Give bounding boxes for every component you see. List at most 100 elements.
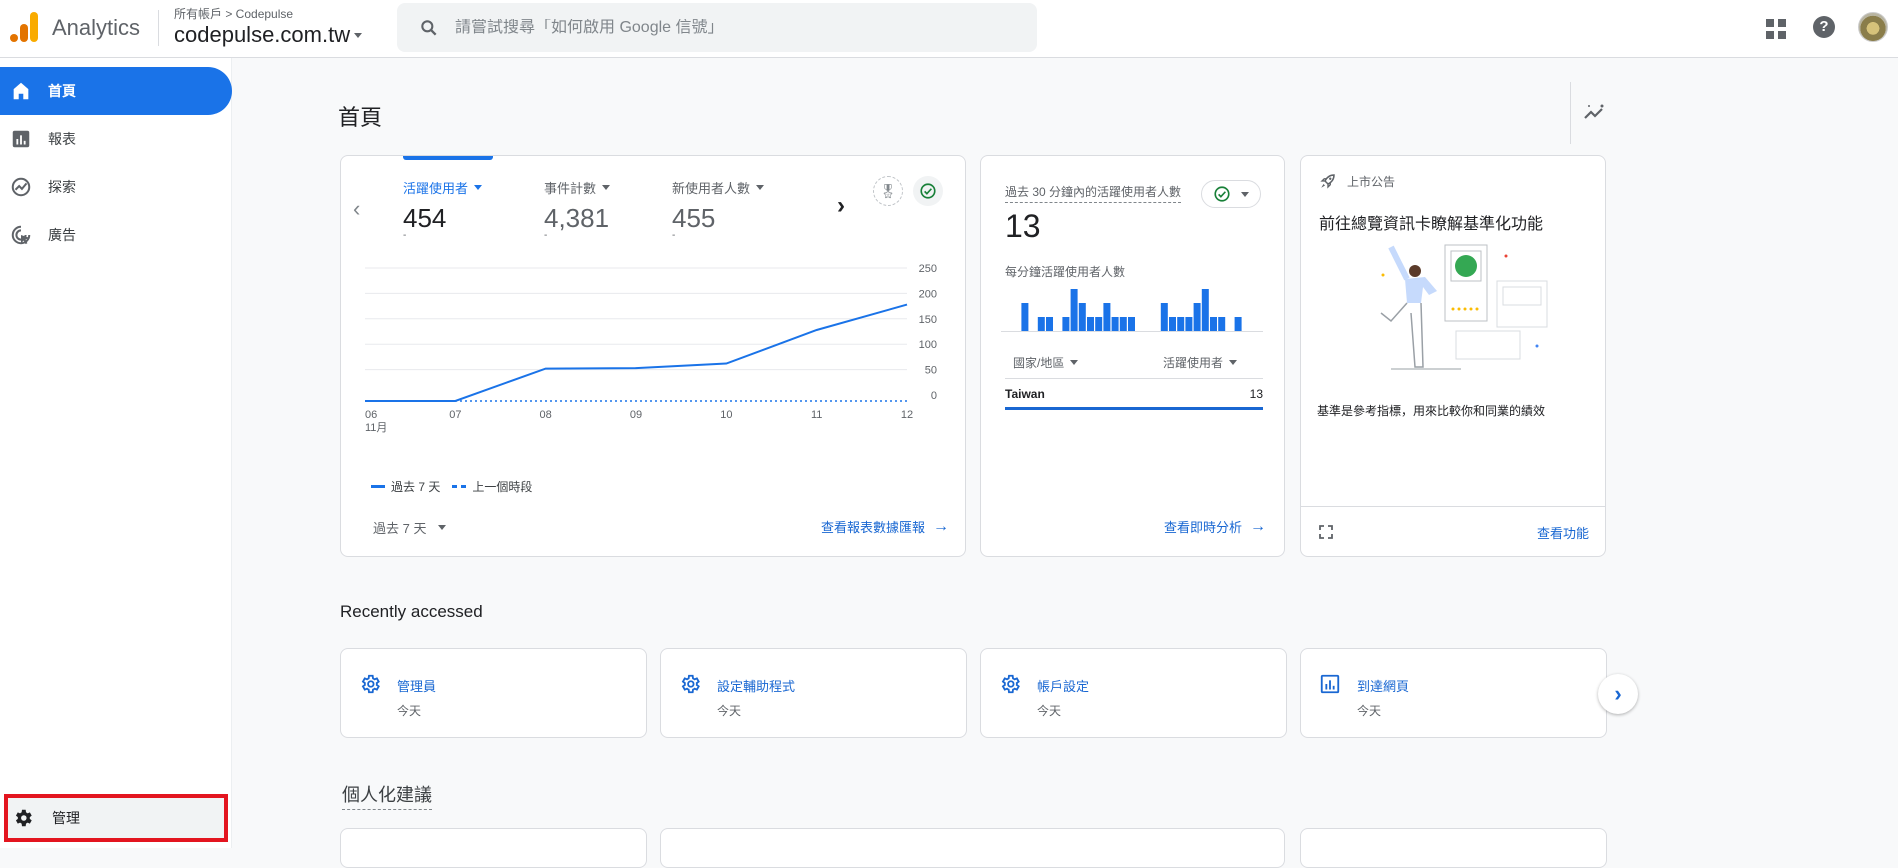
recent-item-name: 設定輔助程式 — [717, 679, 796, 694]
dimension-selector[interactable]: 國家/地區 — [1013, 354, 1079, 371]
x-tick-sublabel: 11月 — [365, 422, 387, 434]
metric-label: 活躍使用者 — [1163, 356, 1224, 370]
legend-label-current: 過去 7 天 — [391, 480, 441, 494]
y-tick-label: 200 — [919, 288, 937, 300]
y-tick-label: 150 — [919, 314, 937, 326]
app-name: Analytics — [52, 15, 141, 40]
realtime-card: 過去 30 分鐘內的活躍使用者人數 13 每分鐘活躍使用者人數 國家/地區 活躍… — [980, 155, 1285, 557]
per-minute-bar — [1201, 289, 1209, 331]
recent-item[interactable]: 設定輔助程式 今天 — [660, 648, 967, 738]
metric-tab-active-users[interactable]: 活躍使用者 454 - — [403, 178, 483, 241]
divider — [158, 10, 159, 46]
benchmark-illustration — [1380, 244, 1548, 370]
country-name: Taiwan — [1005, 387, 1045, 401]
sidebar-item-advertising[interactable]: 廣告 — [0, 211, 232, 259]
recent-item[interactable]: 帳戶設定 今天 — [980, 648, 1287, 738]
account-avatar[interactable] — [1858, 12, 1888, 42]
metric-label: 新使用者人數 — [672, 181, 751, 196]
breadcrumb[interactable]: 所有帳戶 > Codepulse — [174, 5, 293, 22]
per-minute-bar — [1119, 317, 1127, 331]
overview-card: ‹ 活躍使用者 454 - 事件計數 4,381 - 新使用者人數 455 - … — [340, 155, 966, 557]
y-tick-label: 100 — [919, 339, 937, 351]
link-label: 查看報表數據匯報 — [820, 520, 925, 535]
chart-legend: 過去 7 天 上一個時段 — [371, 478, 532, 495]
reports-icon — [12, 130, 30, 148]
sidebar-item-label: 管理 — [52, 810, 80, 826]
per-minute-bar — [1234, 317, 1242, 331]
realtime-status-chip[interactable] — [1201, 180, 1261, 208]
date-range-label: 過去 7 天 — [373, 521, 427, 536]
chevron-down-icon — [474, 185, 483, 190]
suggestion-card[interactable] — [660, 828, 1285, 868]
x-tick-label: 11 — [811, 409, 822, 421]
page-title: 首頁 — [338, 105, 383, 130]
metric-tab-event-count[interactable]: 事件計數 4,381 - — [544, 178, 611, 241]
realtime-label: 過去 30 分鐘內的活躍使用者人數 — [1005, 183, 1182, 203]
insights-icon[interactable] — [1582, 100, 1606, 124]
home-icon — [13, 82, 29, 100]
search-bar[interactable] — [397, 3, 1037, 52]
per-minute-bar — [1160, 303, 1168, 331]
sidebar-item-home[interactable]: 首頁 — [0, 67, 232, 115]
analytics-logo-icon[interactable] — [8, 12, 38, 42]
expand-icon[interactable] — [1319, 525, 1333, 539]
arrow-right-icon: → — [933, 517, 949, 535]
metric-tab-new-users[interactable]: 新使用者人數 455 - — [672, 178, 765, 241]
metric-selector[interactable]: 活躍使用者 — [1163, 354, 1238, 371]
suggestion-card[interactable] — [1300, 828, 1607, 868]
sidebar: 首頁 報表 探索 廣告 管理 — [0, 58, 232, 848]
recent-item[interactable]: 到達網頁 今天 — [1300, 648, 1607, 738]
divider — [1570, 82, 1571, 144]
per-minute-bar — [1087, 317, 1094, 331]
line-chart: 0 50 100 150 200 250 06 07 08 09 10 11 12 11月 — [365, 263, 937, 434]
per-minute-bar — [1021, 303, 1029, 331]
per-minute-bar — [1037, 317, 1045, 331]
property-selector[interactable]: codepulse.com.tw — [174, 22, 363, 48]
date-range-selector[interactable]: 過去 7 天 — [373, 518, 447, 537]
per-minute-bar — [1169, 317, 1176, 331]
chevron-down-icon — [1229, 360, 1238, 365]
help-icon[interactable]: ? — [1813, 16, 1835, 38]
view-feature-link[interactable]: 查看功能 — [1537, 523, 1589, 542]
arrow-right-icon: → — [1250, 517, 1266, 535]
x-tick-label: 06 — [365, 409, 377, 421]
x-tick-label: 07 — [449, 409, 461, 421]
country-share-bar — [1005, 407, 1263, 410]
apps-icon[interactable] — [1766, 19, 1786, 39]
per-minute-bar — [1210, 317, 1217, 331]
per-minute-bar — [1103, 303, 1111, 331]
sidebar-item-reports[interactable]: 報表 — [0, 115, 232, 163]
check-circle-icon — [1214, 186, 1230, 202]
view-reports-link[interactable]: 查看報表數據匯報 → — [821, 517, 949, 536]
chevron-down-icon — [1070, 360, 1079, 365]
top-bar: Analytics 所有帳戶 > Codepulse codepulse.com… — [0, 0, 1898, 58]
chevron-right-icon[interactable]: › — [837, 192, 845, 220]
suggestion-card[interactable] — [340, 828, 647, 868]
benchmark-badge-icon[interactable]: 🎖 — [873, 176, 903, 206]
chevron-down-icon — [1241, 191, 1249, 197]
legend-label-previous: 上一個時段 — [472, 480, 533, 494]
per-minute-bar — [1078, 303, 1086, 331]
announcement-footer: 查看功能 — [1301, 506, 1605, 556]
per-minute-bar — [1095, 317, 1103, 331]
carousel-next-button[interactable]: › — [1598, 674, 1638, 714]
per-minute-bar — [1046, 317, 1053, 331]
x-tick-label: 12 — [901, 409, 913, 421]
per-minute-bar — [1177, 317, 1185, 331]
recent-item-time: 今天 — [397, 704, 422, 718]
announcement-card: 上市公告 前往總覽資訊卡瞭解基準化功能 基準是參考指標，用來比較你和同業的績效 … — [1300, 155, 1606, 557]
per-minute-bar — [1185, 317, 1193, 331]
metric-label: 活躍使用者 — [403, 181, 469, 196]
sidebar-item-admin[interactable]: 管理 — [4, 794, 228, 842]
check-circle-icon[interactable] — [913, 176, 943, 206]
country-count: 13 — [1249, 387, 1263, 401]
rocket-icon — [1320, 174, 1335, 189]
gear-icon — [361, 674, 380, 694]
per-minute-bar — [1070, 289, 1078, 331]
search-input[interactable] — [455, 18, 1015, 37]
sidebar-item-explore[interactable]: 探索 — [0, 163, 232, 211]
view-realtime-link[interactable]: 查看即時分析 → — [1164, 517, 1266, 536]
recent-item[interactable]: 管理員 今天 — [340, 648, 647, 738]
chevron-left-icon[interactable]: ‹ — [353, 196, 360, 222]
announcement-tag: 上市公告 — [1347, 174, 1396, 189]
